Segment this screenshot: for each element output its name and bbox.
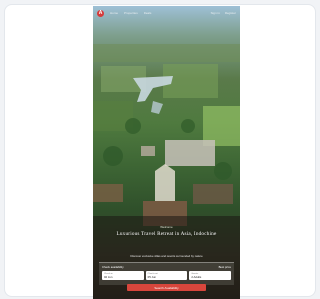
booking-form-title: Check availability: [102, 265, 124, 269]
nav-link-properties[interactable]: Properties: [124, 11, 138, 15]
brand-logo[interactable]: A: [97, 9, 104, 17]
booking-form: Check availability Best price Check-in 0…: [99, 262, 234, 285]
hero-kicker: Welcome: [160, 225, 173, 229]
guests-field[interactable]: Guests 2 Adults: [189, 271, 232, 280]
checkout-field[interactable]: Check-out 05 Jun: [145, 271, 188, 280]
tree-4: [181, 119, 195, 133]
pond: [151, 101, 163, 114]
nav-links: Home Properties Deals: [110, 11, 151, 15]
top-nav: A Home Properties Deals Sign in Register: [93, 6, 240, 20]
tree-2: [214, 162, 232, 180]
tree-3: [125, 118, 141, 134]
guests-value: 2 Adults: [191, 274, 202, 279]
logo-glyph: A: [98, 10, 103, 16]
temple-tower: [155, 164, 175, 201]
building-roof-1: [165, 140, 215, 166]
nav-link-home[interactable]: Home: [110, 11, 118, 15]
roof-left: [93, 184, 123, 202]
checkout-value: 05 Jun: [147, 274, 157, 279]
nav-account-links: Sign in Register: [211, 11, 236, 15]
checkin-field[interactable]: Check-in 02 Jun: [102, 271, 144, 280]
booking-form-note: Best price: [218, 265, 231, 269]
hero-subline: Discover exclusive villas and resorts su…: [130, 254, 203, 258]
booking-fields: Check-in 02 Jun Check-out 05 Jun Guests …: [102, 271, 232, 280]
roof-right: [193, 184, 233, 204]
nav-link-deals[interactable]: Deals: [144, 11, 152, 15]
hero-headline: Luxurious Travel Retreat in Asia, Indoch…: [116, 231, 217, 237]
search-availability-button[interactable]: Search Availability: [127, 284, 206, 291]
checkin-value: 02 Jun: [104, 274, 113, 279]
sign-in-link[interactable]: Sign in: [211, 11, 220, 15]
tree-1: [103, 146, 123, 166]
field-band-1: [93, 44, 240, 62]
register-link[interactable]: Register: [225, 11, 236, 15]
mobile-hero-screenshot: A Home Properties Deals Sign in Register…: [93, 6, 240, 299]
building-roof-2: [141, 146, 155, 156]
